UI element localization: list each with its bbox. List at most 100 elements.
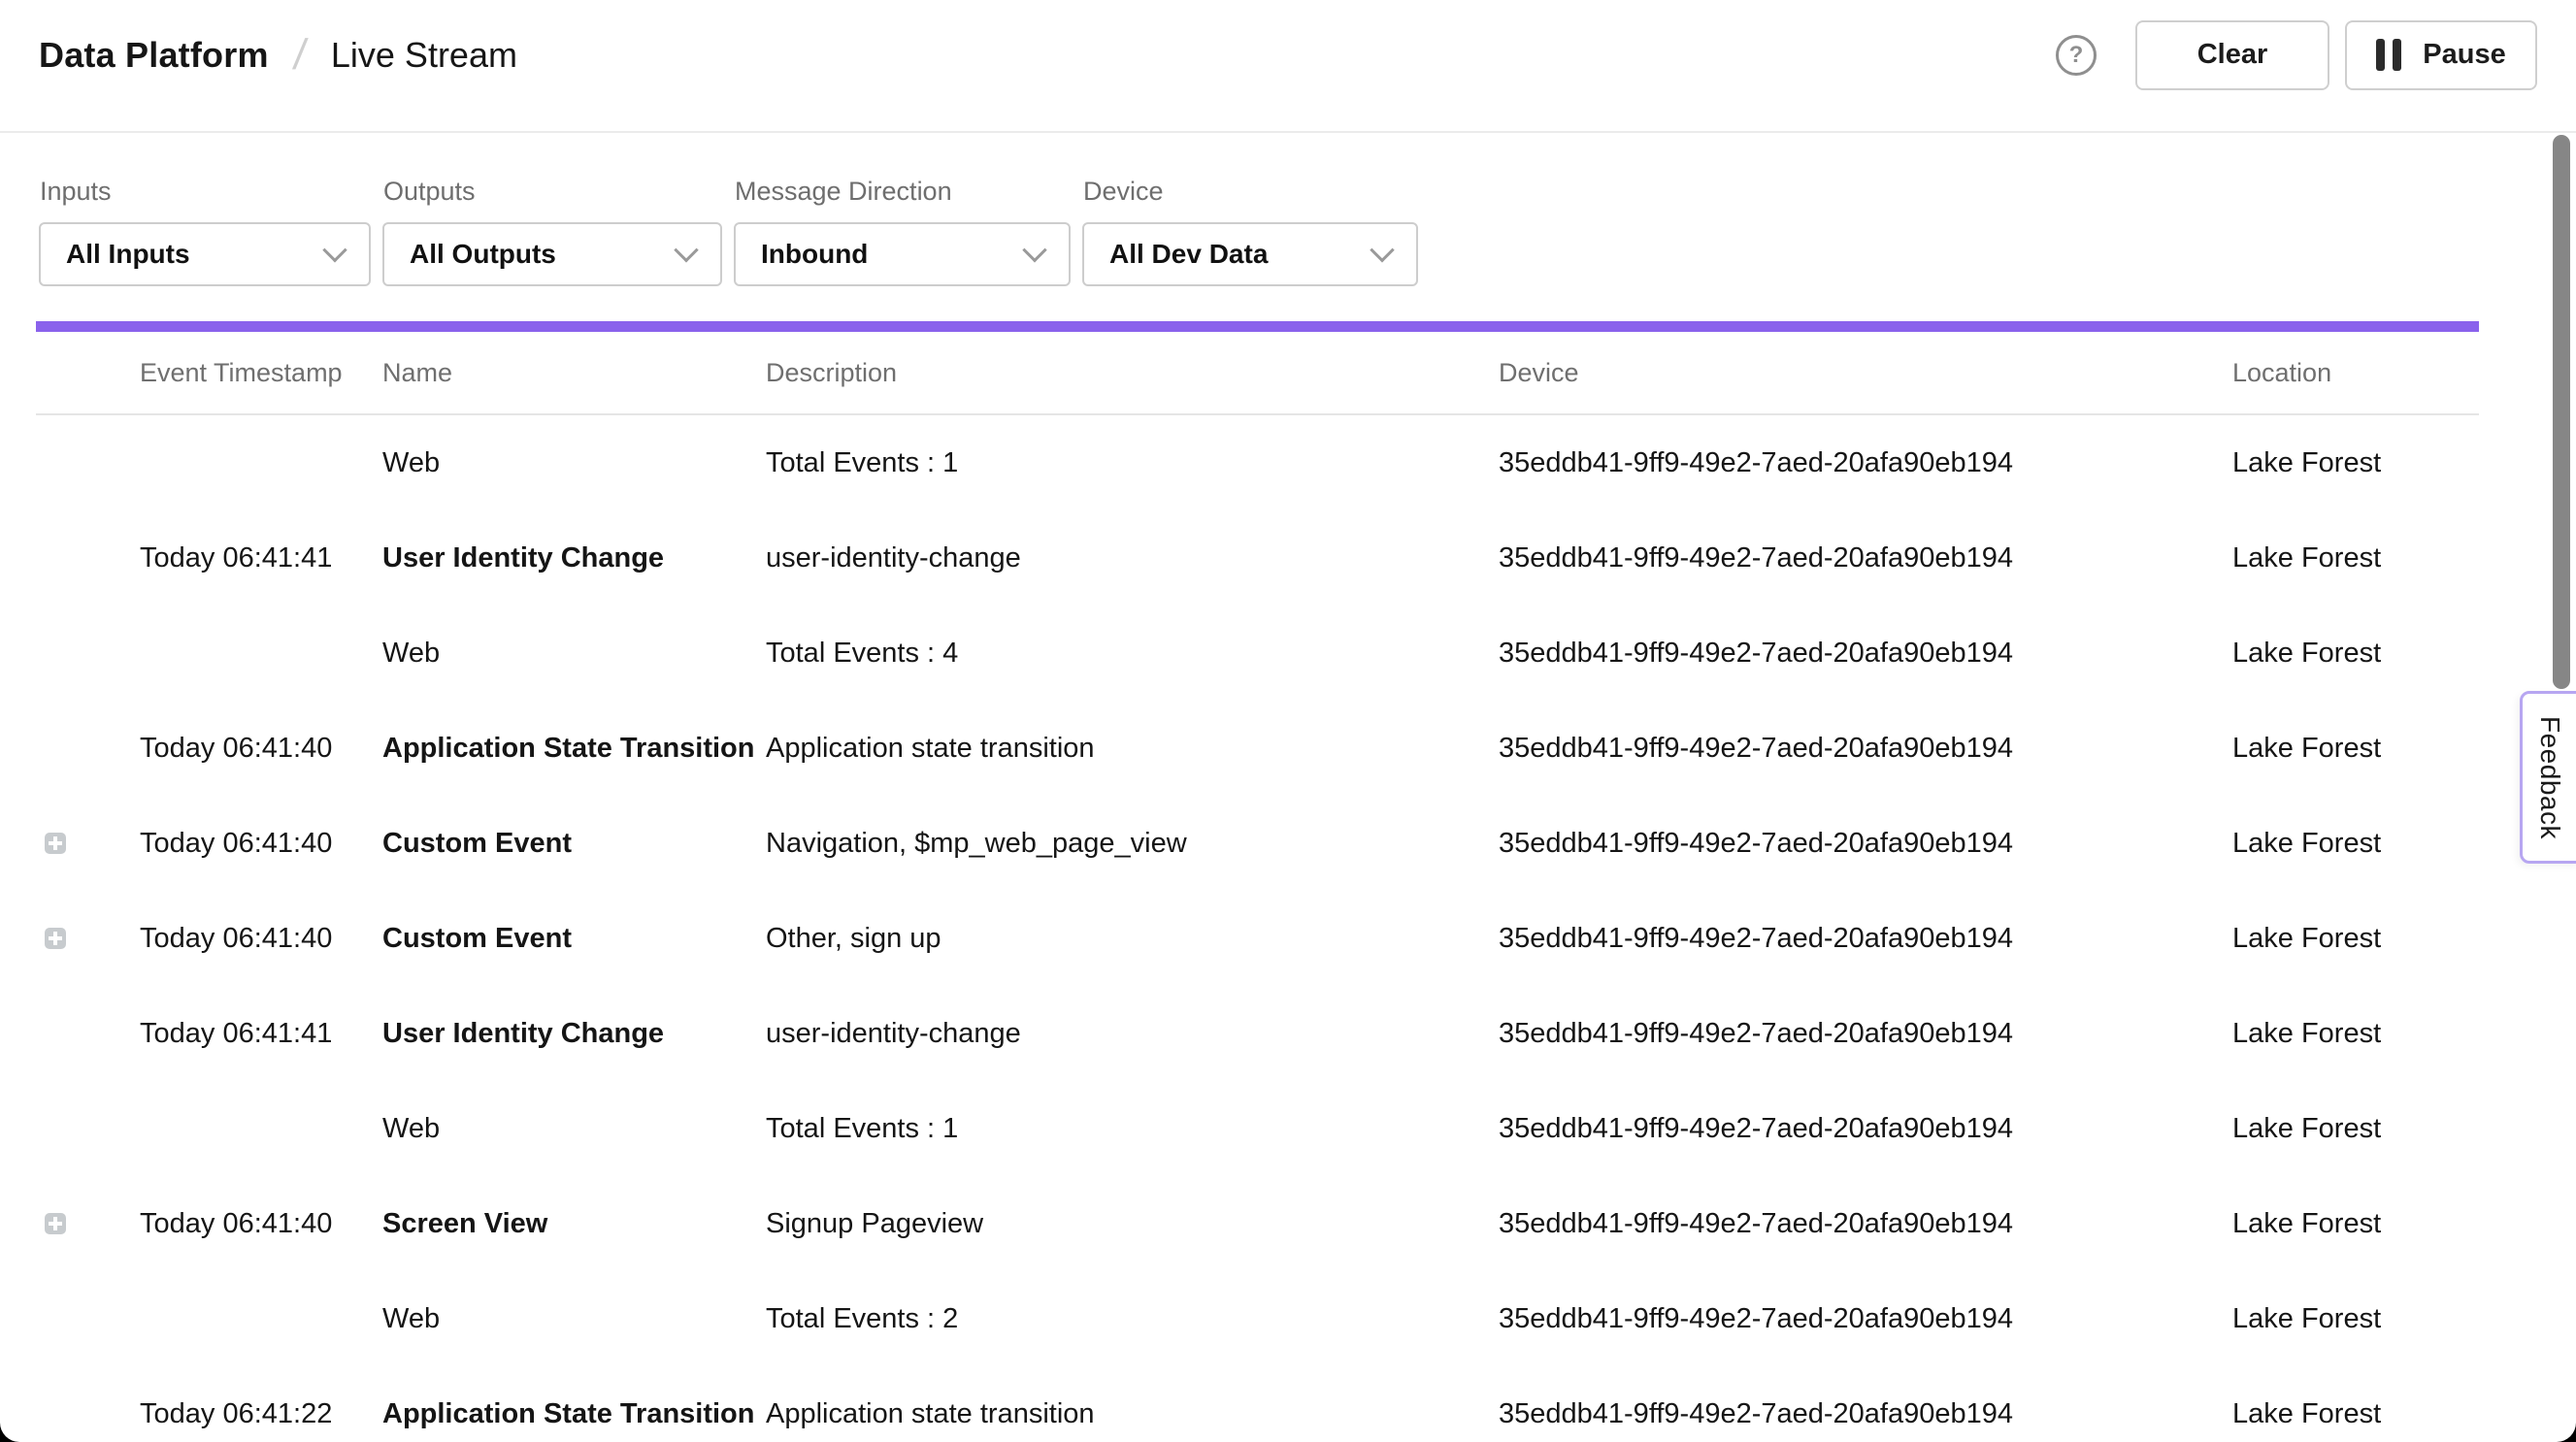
event-name-cell: Application State Transition bbox=[382, 1398, 766, 1430]
table-row[interactable]: Today 06:41:40Application State Transiti… bbox=[36, 701, 2479, 796]
device-cell: 35eddb41-9ff9-49e2-7aed-20afa90eb194 bbox=[1499, 923, 2232, 955]
event-name-cell: User Identity Change bbox=[382, 542, 766, 574]
table-body: WebTotal Events : 135eddb41-9ff9-49e2-7a… bbox=[0, 415, 2576, 1442]
device-cell: 35eddb41-9ff9-49e2-7aed-20afa90eb194 bbox=[1499, 638, 2232, 670]
plus-icon bbox=[45, 833, 66, 854]
table-header: Event Timestamp Name Description Device … bbox=[36, 332, 2479, 415]
event-name-cell: Web bbox=[382, 638, 766, 670]
event-name-cell: Web bbox=[382, 1113, 766, 1145]
device-cell: 35eddb41-9ff9-49e2-7aed-20afa90eb194 bbox=[1499, 447, 2232, 479]
event-timestamp-cell: Today 06:41:40 bbox=[140, 733, 382, 765]
event-timestamp-cell: Today 06:41:22 bbox=[140, 1398, 382, 1430]
event-timestamp-cell: Today 06:41:41 bbox=[140, 1018, 382, 1050]
device-select[interactable]: All Dev Data bbox=[1082, 222, 1418, 286]
event-name-cell: Application State Transition bbox=[382, 733, 766, 765]
stream-progress-bar bbox=[36, 321, 2479, 332]
column-header-event-timestamp: Event Timestamp bbox=[140, 358, 382, 388]
inputs-select-value: All Inputs bbox=[66, 239, 190, 270]
expand-row-button[interactable] bbox=[45, 1213, 66, 1234]
description-cell: Total Events : 4 bbox=[766, 638, 1499, 670]
location-cell: Lake Forest bbox=[2232, 1018, 2479, 1050]
description-cell: Navigation, $mp_web_page_view bbox=[766, 828, 1499, 860]
page-title: Live Stream bbox=[331, 35, 517, 76]
table-row[interactable]: Today 06:41:41User Identity Changeuser-i… bbox=[36, 986, 2479, 1081]
column-header-device: Device bbox=[1499, 358, 2232, 388]
device-cell: 35eddb41-9ff9-49e2-7aed-20afa90eb194 bbox=[1499, 828, 2232, 860]
table-row[interactable]: Today 06:41:41User Identity Changeuser-i… bbox=[36, 510, 2479, 606]
event-timestamp-cell: Today 06:41:40 bbox=[140, 923, 382, 955]
outputs-select-value: All Outputs bbox=[410, 239, 556, 270]
device-cell: 35eddb41-9ff9-49e2-7aed-20afa90eb194 bbox=[1499, 1018, 2232, 1050]
chevron-down-icon bbox=[1370, 238, 1394, 262]
inputs-select[interactable]: All Inputs bbox=[39, 222, 371, 286]
table-row[interactable]: WebTotal Events : 135eddb41-9ff9-49e2-7a… bbox=[36, 1081, 2479, 1176]
device-cell: 35eddb41-9ff9-49e2-7aed-20afa90eb194 bbox=[1499, 542, 2232, 574]
question-mark-glyph: ? bbox=[2069, 42, 2084, 69]
description-cell: user-identity-change bbox=[766, 1018, 1499, 1050]
table-row[interactable]: Today 06:41:40Custom EventOther, sign up… bbox=[36, 891, 2479, 986]
expand-gutter-cell bbox=[36, 833, 140, 854]
location-cell: Lake Forest bbox=[2232, 1303, 2479, 1335]
description-cell: user-identity-change bbox=[766, 542, 1499, 574]
clear-button[interactable]: Clear bbox=[2135, 20, 2329, 90]
filter-device: Device All Dev Data bbox=[1082, 176, 1418, 286]
device-cell: 35eddb41-9ff9-49e2-7aed-20afa90eb194 bbox=[1499, 1113, 2232, 1145]
message-direction-select-value: Inbound bbox=[761, 239, 868, 270]
clear-button-label: Clear bbox=[2197, 39, 2268, 71]
description-cell: Other, sign up bbox=[766, 923, 1499, 955]
expand-row-button[interactable] bbox=[45, 833, 66, 854]
device-cell: 35eddb41-9ff9-49e2-7aed-20afa90eb194 bbox=[1499, 1303, 2232, 1335]
location-cell: Lake Forest bbox=[2232, 1113, 2479, 1145]
filter-message-direction-label: Message Direction bbox=[735, 176, 1071, 207]
page-header: Data Platform / Live Stream ? Clear Paus… bbox=[0, 0, 2576, 133]
table-row[interactable]: Today 06:41:40Custom EventNavigation, $m… bbox=[36, 796, 2479, 891]
filter-inputs: Inputs All Inputs bbox=[39, 176, 371, 286]
description-cell: Total Events : 2 bbox=[766, 1303, 1499, 1335]
vertical-scrollbar-thumb[interactable] bbox=[2553, 135, 2570, 689]
filter-device-label: Device bbox=[1083, 176, 1418, 207]
location-cell: Lake Forest bbox=[2232, 447, 2479, 479]
expand-row-button[interactable] bbox=[45, 928, 66, 949]
breadcrumb: Data Platform / Live Stream bbox=[39, 31, 517, 80]
filter-outputs: Outputs All Outputs bbox=[382, 176, 722, 286]
table-row[interactable]: Today 06:41:40Screen ViewSignup Pageview… bbox=[36, 1176, 2479, 1271]
event-timestamp-cell: Today 06:41:40 bbox=[140, 1208, 382, 1240]
breadcrumb-separator: / bbox=[290, 31, 309, 80]
chevron-down-icon bbox=[674, 238, 698, 262]
event-name-cell: Web bbox=[382, 447, 766, 479]
filter-bar: Inputs All Inputs Outputs All Outputs Me… bbox=[0, 133, 2576, 286]
location-cell: Lake Forest bbox=[2232, 1398, 2479, 1430]
device-cell: 35eddb41-9ff9-49e2-7aed-20afa90eb194 bbox=[1499, 733, 2232, 765]
pause-button[interactable]: Pause bbox=[2345, 20, 2537, 90]
event-timestamp-cell: Today 06:41:41 bbox=[140, 542, 382, 574]
filter-inputs-label: Inputs bbox=[40, 176, 371, 207]
location-cell: Lake Forest bbox=[2232, 923, 2479, 955]
filter-message-direction: Message Direction Inbound bbox=[734, 176, 1071, 286]
feedback-tab-label: Feedback bbox=[2534, 716, 2565, 839]
table-row[interactable]: WebTotal Events : 135eddb41-9ff9-49e2-7a… bbox=[36, 415, 2479, 510]
help-icon[interactable]: ? bbox=[2056, 35, 2097, 76]
pause-button-label: Pause bbox=[2423, 39, 2505, 71]
location-cell: Lake Forest bbox=[2232, 733, 2479, 765]
expand-gutter-cell bbox=[36, 1213, 140, 1234]
expand-gutter-cell bbox=[36, 928, 140, 949]
chevron-down-icon bbox=[1022, 238, 1046, 262]
column-header-name: Name bbox=[382, 358, 766, 388]
breadcrumb-section[interactable]: Data Platform bbox=[39, 35, 269, 76]
location-cell: Lake Forest bbox=[2232, 1208, 2479, 1240]
event-name-cell: Custom Event bbox=[382, 828, 766, 860]
pause-icon bbox=[2376, 39, 2401, 71]
message-direction-select[interactable]: Inbound bbox=[734, 222, 1071, 286]
description-cell: Total Events : 1 bbox=[766, 1113, 1499, 1145]
table-row[interactable]: WebTotal Events : 435eddb41-9ff9-49e2-7a… bbox=[36, 606, 2479, 701]
outputs-select[interactable]: All Outputs bbox=[382, 222, 722, 286]
filter-outputs-label: Outputs bbox=[383, 176, 722, 207]
event-name-cell: Screen View bbox=[382, 1208, 766, 1240]
device-select-value: All Dev Data bbox=[1109, 239, 1268, 270]
event-timestamp-cell: Today 06:41:40 bbox=[140, 828, 382, 860]
column-header-description: Description bbox=[766, 358, 1499, 388]
description-cell: Application state transition bbox=[766, 1398, 1499, 1430]
table-row[interactable]: WebTotal Events : 235eddb41-9ff9-49e2-7a… bbox=[36, 1271, 2479, 1366]
table-row[interactable]: Today 06:41:22Application State Transiti… bbox=[36, 1366, 2479, 1442]
feedback-tab[interactable]: Feedback bbox=[2520, 691, 2576, 864]
